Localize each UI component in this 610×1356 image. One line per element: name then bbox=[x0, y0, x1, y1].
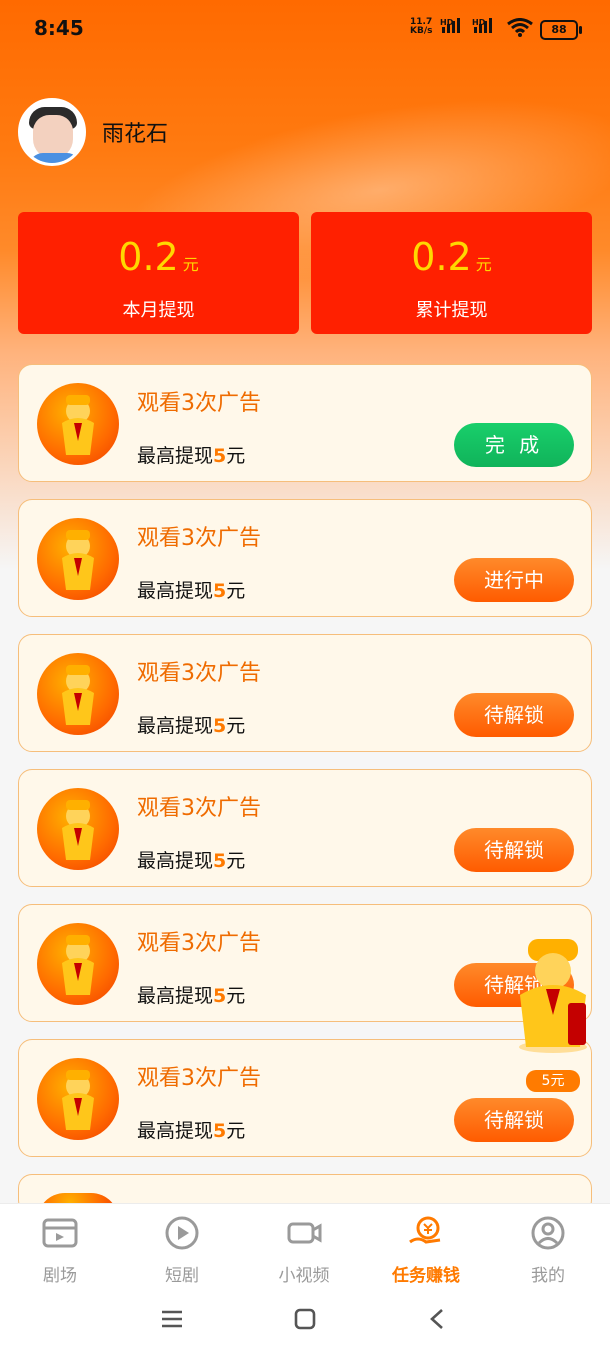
task-title: 观看3次广告 bbox=[137, 391, 261, 416]
task-card[interactable]: 观看3次广告 最高提现5元 完 成 bbox=[18, 364, 592, 482]
god-of-wealth-icon bbox=[37, 653, 119, 735]
wifi-icon bbox=[507, 18, 533, 37]
task-title: 观看3次广告 bbox=[137, 1066, 261, 1091]
task-done-button[interactable]: 完 成 bbox=[454, 423, 574, 467]
task-desc: 最高提现5元 bbox=[137, 715, 246, 737]
task-card[interactable]: 观看3次广告 最高提现5元 待解锁 bbox=[18, 1039, 592, 1157]
task-locked-button[interactable]: 待解锁 bbox=[454, 693, 574, 737]
god-of-wealth-icon bbox=[37, 788, 119, 870]
username: 雨花石 bbox=[102, 122, 169, 147]
task-card[interactable]: 观看3次广告 最高提现5元 待解锁 bbox=[18, 904, 592, 1022]
video-camera-icon bbox=[287, 1222, 322, 1244]
task-card[interactable]: 观看3次广告 最高提现5元 进行中 bbox=[18, 499, 592, 617]
stat-card-total: 0.2 元 累计提现 bbox=[311, 212, 592, 334]
network-speed: 11.7 KB/s bbox=[410, 17, 433, 36]
nav-mine[interactable]: 我的 bbox=[488, 1216, 608, 1286]
task-locked-button[interactable]: 待解锁 bbox=[454, 828, 574, 872]
stat-unit: 元 bbox=[475, 255, 492, 274]
task-desc: 最高提现5元 bbox=[137, 580, 246, 602]
stat-value: 0.2 bbox=[411, 235, 472, 279]
nav-short-video[interactable]: 小视频 bbox=[244, 1216, 364, 1286]
task-desc: 最高提现5元 bbox=[137, 850, 246, 872]
stat-label: 累计提现 bbox=[415, 300, 488, 321]
play-circle-icon bbox=[165, 1216, 199, 1250]
nav-short-drama[interactable]: 短剧 bbox=[122, 1216, 242, 1286]
god-of-wealth-icon bbox=[37, 518, 119, 600]
stat-value: 0.2 bbox=[118, 235, 179, 279]
god-of-wealth-icon bbox=[37, 923, 119, 1005]
task-desc: 最高提现5元 bbox=[137, 445, 246, 467]
task-title: 观看3次广告 bbox=[137, 931, 261, 956]
task-title: 观看3次广告 bbox=[137, 526, 261, 551]
task-desc: 最高提现5元 bbox=[137, 1120, 246, 1142]
home-icon[interactable] bbox=[293, 1307, 317, 1331]
profile-header[interactable]: 雨花石 bbox=[18, 98, 168, 166]
task-card[interactable]: 观看3次广告 最高提现5元 待解锁 bbox=[18, 634, 592, 752]
menu-icon[interactable] bbox=[160, 1307, 184, 1331]
task-desc: 最高提现5元 bbox=[137, 985, 246, 1007]
task-locked-button[interactable]: 待解锁 bbox=[454, 1098, 574, 1142]
nav-tasks-earn[interactable]: 任务赚钱 bbox=[366, 1216, 486, 1286]
battery-icon: 88 bbox=[540, 20, 582, 40]
status-bar: 8:45 11.7 KB/s HD HD 88 bbox=[0, 0, 610, 60]
god-of-wealth-icon bbox=[37, 1058, 119, 1140]
floating-reward-icon[interactable] bbox=[510, 935, 596, 1055]
status-time: 8:45 bbox=[34, 16, 84, 40]
task-title: 观看3次广告 bbox=[137, 796, 261, 821]
money-hand-icon bbox=[409, 1216, 441, 1244]
task-in-progress-button[interactable]: 进行中 bbox=[454, 558, 574, 602]
signal-icon bbox=[442, 18, 460, 33]
avatar[interactable] bbox=[18, 98, 86, 166]
god-of-wealth-icon bbox=[37, 383, 119, 465]
stat-label: 本月提现 bbox=[122, 300, 195, 321]
system-nav-bar bbox=[0, 1285, 610, 1356]
bottom-nav: 剧场 短剧 小视频 任务赚钱 我的 bbox=[0, 1203, 610, 1286]
stat-unit: 元 bbox=[182, 255, 199, 274]
stat-card-monthly: 0.2 元 本月提现 bbox=[18, 212, 299, 334]
profile-icon bbox=[531, 1216, 565, 1250]
task-title: 观看3次广告 bbox=[137, 661, 261, 686]
theater-icon bbox=[42, 1218, 78, 1248]
back-icon[interactable] bbox=[426, 1307, 450, 1331]
nav-theater[interactable]: 剧场 bbox=[0, 1216, 120, 1286]
floating-reward-badge[interactable]: 5元 bbox=[526, 1070, 580, 1092]
signal-icon bbox=[474, 18, 492, 33]
task-card[interactable]: 观看3次广告 最高提现5元 待解锁 bbox=[18, 769, 592, 887]
